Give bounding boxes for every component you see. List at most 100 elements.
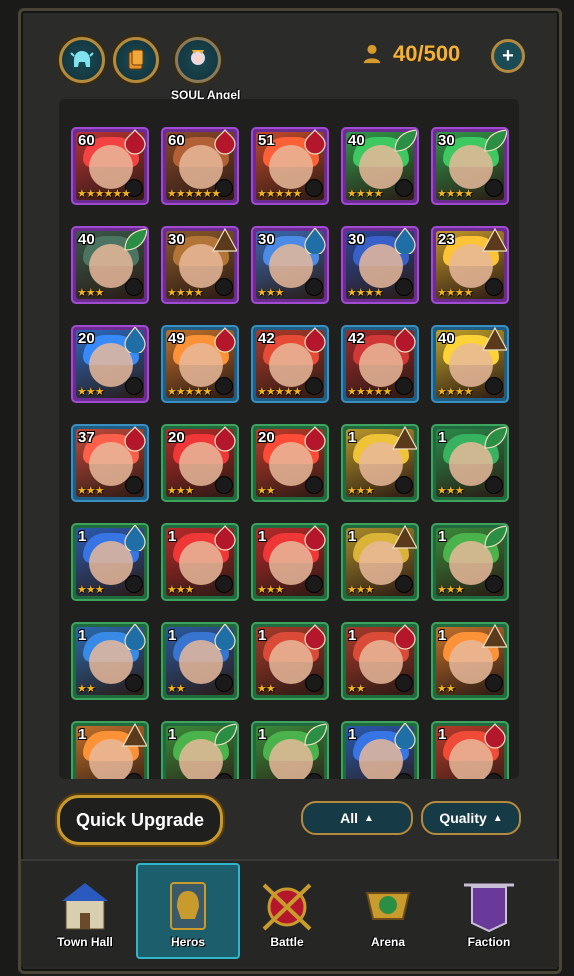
weapon-icon — [215, 278, 233, 296]
nav-label: Heros — [170, 935, 205, 949]
hero-card[interactable]: 30 ★★★★ — [161, 226, 239, 304]
hero-card[interactable]: 1 ★★ — [431, 622, 509, 700]
hero-card[interactable]: 1 ★★★ — [71, 523, 149, 601]
hero-card[interactable]: 1 — [161, 721, 239, 779]
hero-level: 40 — [438, 330, 455, 347]
hero-stars: ★★★ — [77, 584, 105, 596]
hero-card[interactable]: 30 ★★★★ — [431, 127, 509, 205]
nav-town-hall[interactable]: Town Hall — [35, 867, 135, 957]
hero-stars: ★★ — [77, 683, 96, 695]
hero-card[interactable]: 51 ★★★★★ — [251, 127, 329, 205]
weapon-icon — [215, 575, 233, 593]
hero-card[interactable]: 1 ★★ — [71, 622, 149, 700]
hero-card[interactable]: 20 ★★★ — [71, 325, 149, 403]
hero-card[interactable]: 60 ★★★★★★ — [161, 127, 239, 205]
hero-card[interactable]: 1 ★★★ — [431, 523, 509, 601]
nature-faction-icon — [484, 426, 507, 449]
filter-quality-button[interactable]: Quality ▲ — [421, 801, 521, 835]
hero-stars: ★★★★★★ — [167, 188, 221, 200]
hero-stars: ★★★★ — [347, 188, 383, 200]
water-faction-icon — [394, 723, 416, 749]
weapon-icon — [485, 674, 503, 692]
hero-stars: ★★★ — [437, 485, 465, 497]
hero-stars: ★★★ — [77, 287, 105, 299]
fire-faction-icon — [304, 327, 326, 353]
hero-stars: ★★★ — [167, 584, 195, 596]
hero-card[interactable]: 40 ★★★★ — [341, 127, 419, 205]
hero-level: 60 — [78, 132, 95, 149]
water-faction-icon — [124, 327, 146, 353]
hero-card[interactable]: 1 ★★ — [341, 622, 419, 700]
fire-faction-icon — [304, 426, 326, 452]
hero-stars: ★★★★★ — [257, 386, 302, 398]
fire-faction-icon — [304, 525, 326, 551]
hero-card[interactable]: 1 ★★★ — [341, 523, 419, 601]
fire-faction-icon — [124, 426, 146, 452]
filter-all-label: All — [340, 810, 358, 826]
hero-card[interactable]: 37 ★★★ — [71, 424, 149, 502]
hero-card[interactable]: 30 ★★★★ — [341, 226, 419, 304]
filter-all-button[interactable]: All ▲ — [301, 801, 413, 835]
hero-count: 40/500 — [361, 41, 460, 67]
hero-card[interactable]: 1 ★★ — [251, 622, 329, 700]
hero-level: 30 — [168, 231, 185, 248]
cards-button[interactable] — [113, 37, 159, 83]
hero-card[interactable]: 1 — [431, 721, 509, 779]
nav-faction[interactable]: Faction — [439, 867, 539, 957]
hero-level: 1 — [348, 528, 357, 545]
hero-level: 1 — [348, 429, 357, 446]
hero-card[interactable]: 1 — [71, 721, 149, 779]
hero-card[interactable]: 1 ★★★ — [251, 523, 329, 601]
hero-card[interactable]: 42 ★★★★★ — [341, 325, 419, 403]
hero-card[interactable]: 1 — [341, 721, 419, 779]
hero-card[interactable]: 1 ★★★ — [161, 523, 239, 601]
hero-level: 20 — [168, 429, 185, 446]
expand-slots-button[interactable]: + — [491, 39, 525, 73]
hero-level: 20 — [78, 330, 95, 347]
cards-icon — [128, 49, 144, 70]
hero-card[interactable]: 49 ★★★★★ — [161, 325, 239, 403]
hero-level: 51 — [258, 132, 275, 149]
earth-faction-icon — [391, 426, 417, 450]
hero-level: 40 — [348, 132, 365, 149]
earth-faction-icon — [121, 723, 147, 747]
heros-icon — [170, 882, 206, 930]
weapon-icon — [395, 179, 413, 197]
water-faction-icon — [124, 624, 146, 650]
hero-card[interactable]: 20 ★★ — [251, 424, 329, 502]
hero-level: 42 — [258, 330, 275, 347]
hero-card[interactable]: 1 ★★★ — [341, 424, 419, 502]
nav-heros[interactable]: Heros — [136, 863, 240, 959]
nav-label: Battle — [270, 935, 304, 949]
weapon-icon — [305, 674, 323, 692]
hero-card[interactable]: 20 ★★★ — [161, 424, 239, 502]
hero-card[interactable]: 1 — [251, 721, 329, 779]
faction-icon — [464, 883, 514, 933]
weapon-icon — [215, 674, 233, 692]
nav-battle[interactable]: Battle — [237, 867, 337, 957]
hero-card[interactable]: 1 ★★★ — [431, 424, 509, 502]
hero-level: 1 — [438, 627, 447, 644]
earth-faction-icon — [481, 624, 507, 648]
nav-arena[interactable]: Arena — [338, 867, 438, 957]
hero-level: 1 — [438, 429, 447, 446]
hero-level: 42 — [348, 330, 365, 347]
hero-card[interactable]: 60 ★★★★★★ — [71, 127, 149, 205]
hero-level: 30 — [438, 132, 455, 149]
hero-card[interactable]: 30 ★★★ — [251, 226, 329, 304]
water-faction-icon — [394, 228, 416, 254]
hero-stars: ★★★ — [437, 584, 465, 596]
avatar-button[interactable] — [175, 37, 221, 83]
weapon-icon — [395, 278, 413, 296]
hero-level: 1 — [78, 528, 87, 545]
quick-upgrade-button[interactable]: Quick Upgrade — [57, 795, 223, 845]
hero-card[interactable]: 1 ★★ — [161, 622, 239, 700]
helmet-button[interactable] — [59, 37, 105, 83]
hero-level: 60 — [168, 132, 185, 149]
hero-card[interactable]: 40 ★★★ — [71, 226, 149, 304]
hero-card[interactable]: 42 ★★★★★ — [251, 325, 329, 403]
hero-card[interactable]: 40 ★★★★ — [431, 325, 509, 403]
hero-card[interactable]: 23 ★★★★ — [431, 226, 509, 304]
nature-faction-icon — [394, 129, 417, 152]
hero-level: 1 — [78, 726, 87, 743]
